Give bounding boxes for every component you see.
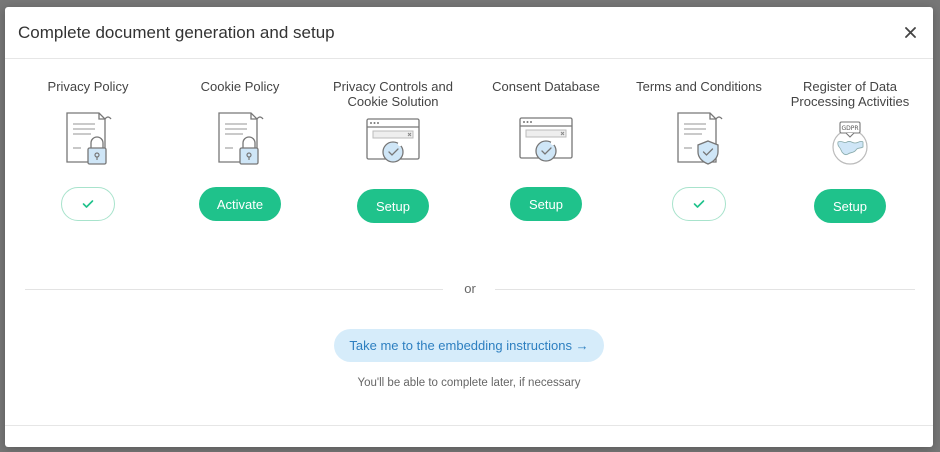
setup-button[interactable]: Setup (510, 187, 582, 221)
gdpr-globe-icon: GDPR (820, 109, 880, 175)
step-register-data-processing: Register of Data Processing Activities G… (775, 59, 925, 223)
step-label: Privacy Controls and Cookie Solution (333, 79, 453, 109)
step-terms-and-conditions: Terms and Conditions (624, 59, 774, 221)
setup-button[interactable]: Setup (814, 189, 886, 223)
document-lock-icon (58, 109, 118, 173)
browser-cookie-icon (516, 109, 576, 173)
step-label: Consent Database (492, 79, 600, 94)
complete-later-note: You'll be able to complete later, if nec… (357, 377, 581, 389)
browser-cookie-icon (363, 109, 423, 175)
document-shield-icon (669, 109, 729, 173)
setup-modal: Complete document generation and setup P… (5, 7, 933, 447)
step-label: Cookie Policy (200, 79, 280, 94)
step-label: Terms and Conditions (636, 79, 762, 94)
divider-line-right (495, 289, 915, 290)
activate-button[interactable]: Activate (198, 187, 282, 221)
steps-row: Privacy Policy Cookie Policy Activate Pr… (5, 59, 933, 249)
step-privacy-policy: Privacy Policy (13, 59, 163, 221)
done-button[interactable] (672, 187, 726, 221)
modal-title: Complete document generation and setup (18, 22, 335, 42)
svg-text:GDPR: GDPR (841, 125, 858, 132)
close-icon[interactable] (902, 24, 918, 40)
step-privacy-controls: Privacy Controls and Cookie Solution Set… (318, 59, 468, 223)
step-label: Register of Data Processing Activities (790, 79, 910, 109)
done-button[interactable] (61, 187, 115, 221)
footer-divider (5, 425, 933, 426)
or-divider: or (25, 280, 915, 300)
step-cookie-policy: Cookie Policy Activate (165, 59, 315, 221)
modal-header: Complete document generation and setup (5, 7, 933, 59)
setup-button[interactable]: Setup (357, 189, 429, 223)
check-icon (82, 200, 94, 208)
document-lock-icon (210, 109, 270, 173)
step-label: Privacy Policy (47, 79, 129, 94)
embedding-instructions-button[interactable]: Take me to the embedding instructions → (334, 329, 604, 362)
step-consent-database: Consent Database Setup (471, 59, 621, 221)
check-icon (693, 200, 705, 208)
